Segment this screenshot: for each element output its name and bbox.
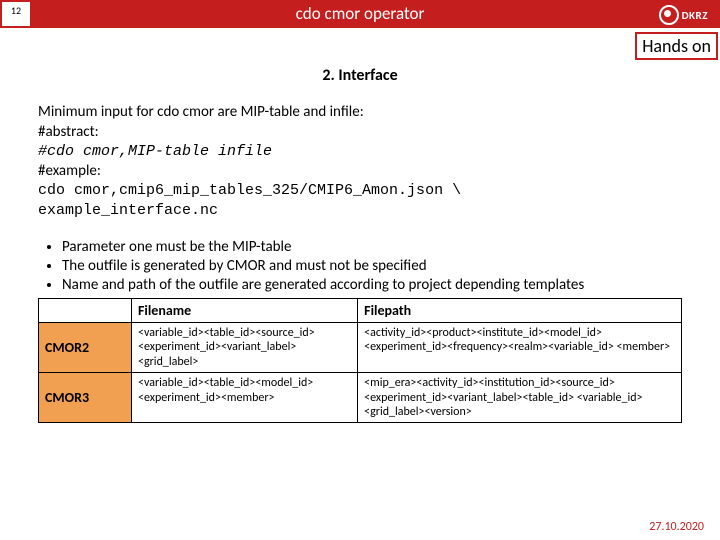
list-item: The outfile is generated by CMOR and mus… [62,257,682,275]
hands-on-badge: Hands on [635,32,718,60]
list-item: Name and path of the outfile are generat… [62,276,682,294]
logo-icon [659,5,679,25]
slide-header: 12 cdo cmor operator DKRZ [0,0,720,28]
example-label: #example: [38,162,682,182]
section-title: 2. Interface [0,66,720,85]
list-item: Parameter one must be the MIP-table [62,238,682,256]
page-number: 12 [2,2,30,26]
row-label-cmor2: CMOR2 [39,323,132,373]
table-row: CMOR3 <variable_id><table_id><model_id> … [39,373,682,423]
slide-title: cdo cmor operator [296,3,425,24]
abstract-label: #abstract: [38,123,682,143]
row-label-cmor3: CMOR3 [39,373,132,423]
example-command-line2: example_interface.nc [38,201,682,221]
cmor-table: Filename Filepath CMOR2 <variable_id><ta… [38,298,682,423]
table-header-filename: Filename [132,299,358,323]
dkrz-logo: DKRZ [659,5,708,25]
example-command-line1: cdo cmor,cmip6_mip_tables_325/CMIP6_Amon… [38,181,682,201]
abstract-command: #cdo cmor,MIP-table infile [38,142,682,162]
cell-filename: <variable_id><table_id><source_id> <expe… [132,323,358,373]
table-row: CMOR2 <variable_id><table_id><source_id>… [39,323,682,373]
bullet-list: Parameter one must be the MIP-table The … [38,238,682,294]
table-header-empty [39,299,132,323]
cell-filename: <variable_id><table_id><model_id> <exper… [132,373,358,423]
table-header-row: Filename Filepath [39,299,682,323]
content-area: Minimum input for cdo cmor are MIP-table… [0,103,720,423]
footer-date: 27.10.2020 [649,520,704,534]
cell-filepath: <mip_era><activity_id><institution_id><s… [358,373,682,423]
table-header-filepath: Filepath [358,299,682,323]
cell-filepath: <activity_id><product><institute_id><mod… [358,323,682,373]
logo-text: DKRZ [682,9,708,22]
intro-block: Minimum input for cdo cmor are MIP-table… [38,103,682,220]
intro-line: Minimum input for cdo cmor are MIP-table… [38,103,682,123]
